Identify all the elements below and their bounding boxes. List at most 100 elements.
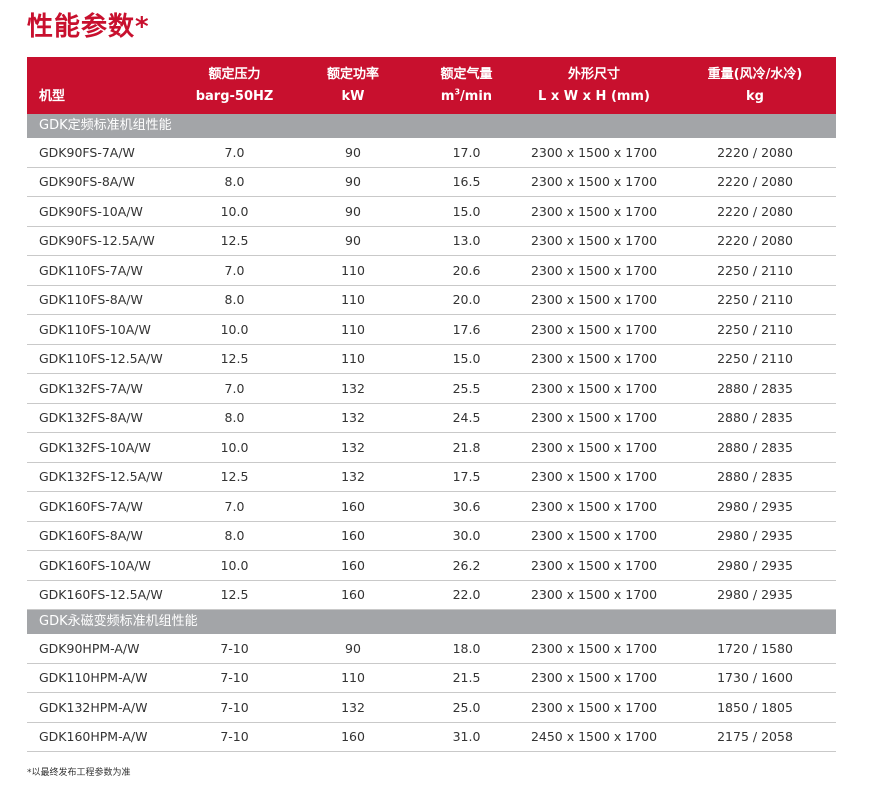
cell-flow: 21.8: [452, 439, 481, 455]
cell-power: 132: [341, 439, 365, 455]
cell-dims: 2300 x 1500 x 1700: [530, 557, 658, 573]
cell-weight: 2980 / 2935: [717, 528, 793, 544]
table-row: GDK160FS-10A/W 10.0 160 26.2 2300 x 1500 x 1…: [27, 551, 836, 581]
cell-power: 160: [341, 498, 365, 514]
cell-pressure: 10.0: [220, 203, 249, 219]
cell-flow: 26.2: [452, 557, 481, 573]
header-pressure-label: 额定压力: [208, 66, 261, 82]
cell-flow: 13.0: [452, 233, 481, 249]
cell-model: GDK90FS-10A/W: [39, 203, 143, 219]
table-row: GDK160FS-12.5A/W 12.5 160 22.0 2300 x 1500 x…: [27, 581, 836, 610]
cell-flow: 17.6: [452, 321, 481, 337]
cell-model: GDK90FS-7A/W: [39, 144, 135, 160]
header-dims-label: 外形尺寸: [567, 66, 620, 82]
header-model-label: 机型: [39, 88, 66, 104]
table-row: GDK90FS-8A/W 8.0 90 16.5 2300 x 1500 x 1700 2…: [27, 168, 836, 197]
cell-flow: 20.6: [452, 262, 481, 278]
cell-flow: 31.0: [452, 729, 481, 745]
cell-dims: 2300 x 1500 x 1700: [530, 174, 658, 190]
table-row: GDK110FS-12.5A/W 12.5 110 15.0 2300 x 1500 x…: [27, 345, 836, 374]
cell-dims: 2300 x 1500 x 1700: [530, 587, 658, 603]
table-row: GDK160HPM-A/W 7-10 160 31.0 2450 x 1500 x 17…: [27, 723, 836, 752]
cell-power: 132: [341, 380, 365, 396]
table-row: GDK132FS-7A/W 7.0 132 25.5 2300 x 1500 x 170…: [27, 374, 836, 404]
header-power-label: 额定功率: [326, 66, 379, 82]
cell-weight: 2880 / 2835: [717, 439, 793, 455]
cell-dims: 2300 x 1500 x 1700: [530, 469, 658, 485]
cell-pressure: 7.0: [224, 380, 245, 396]
cell-power: 160: [341, 587, 365, 603]
cell-weight: 2250 / 2110: [717, 321, 793, 337]
cell-pressure: 8.0: [224, 410, 245, 426]
cell-pressure: 8.0: [224, 174, 245, 190]
table-row: GDK160FS-7A/W 7.0 160 30.6 2300 x 1500 x 170…: [27, 492, 836, 522]
cell-pressure: 12.5: [220, 351, 249, 367]
cell-model: GDK160FS-12.5A/W: [39, 587, 163, 603]
cell-flow: 25.0: [452, 699, 481, 715]
cell-dims: 2300 x 1500 x 1700: [530, 262, 658, 278]
cell-model: GDK110FS-12.5A/W: [39, 351, 163, 367]
table-row: GDK160FS-8A/W 8.0 160 30.0 2300 x 1500 x 170…: [27, 522, 836, 551]
cell-power: 90: [345, 144, 361, 160]
header-weight-label: 重量(风冷/水冷): [707, 66, 803, 82]
header-flow-label: 额定气量: [440, 66, 493, 82]
cell-weight: 2220 / 2080: [717, 144, 793, 160]
cell-dims: 2300 x 1500 x 1700: [530, 321, 658, 337]
cell-pressure: 7.0: [224, 498, 245, 514]
header-flow: 额定气量 m3/min: [419, 64, 514, 108]
cell-dims: 2300 x 1500 x 1700: [530, 699, 658, 715]
cell-flow: 17.5: [452, 469, 481, 485]
cell-power: 90: [345, 640, 361, 656]
cell-dims: 2300 x 1500 x 1700: [530, 528, 658, 544]
cell-pressure: 12.5: [220, 233, 249, 249]
cell-weight: 1850 / 1805: [717, 699, 793, 715]
table-row: GDK132FS-8A/W 8.0 132 24.5 2300 x 1500 x 170…: [27, 404, 836, 433]
cell-pressure: 7.0: [224, 262, 245, 278]
cell-flow: 15.0: [452, 351, 481, 367]
cell-flow: 20.0: [452, 292, 481, 308]
fixed-speed-rows: GDK90FS-7A/W 7.0 90 17.0 2300 x 1500 x 1700 2…: [27, 138, 836, 610]
footnote: *以最终发布工程参数为准: [27, 768, 131, 778]
cell-pressure: 7.0: [224, 144, 245, 160]
table-row: GDK132FS-10A/W 10.0 132 21.8 2300 x 1500 x 1…: [27, 433, 836, 463]
cell-pressure: 10.0: [220, 557, 249, 573]
cell-dims: 2300 x 1500 x 1700: [530, 640, 658, 656]
cell-flow: 17.0: [452, 144, 481, 160]
cell-weight: 2220 / 2080: [717, 174, 793, 190]
cell-dims: 2300 x 1500 x 1700: [530, 670, 658, 686]
cell-weight: 2220 / 2080: [717, 203, 793, 219]
cell-flow: 24.5: [452, 410, 481, 426]
cell-dims: 2300 x 1500 x 1700: [530, 410, 658, 426]
header-weight-unit: kg: [746, 88, 764, 104]
cell-dims: 2300 x 1500 x 1700: [530, 233, 658, 249]
cell-model: GDK90FS-8A/W: [39, 174, 135, 190]
cell-weight: 2880 / 2835: [717, 410, 793, 426]
page-title: 性能参数*: [27, 12, 150, 42]
cell-model: GDK110HPM-A/W: [39, 670, 148, 686]
cell-power: 160: [341, 729, 365, 745]
cell-power: 110: [341, 670, 365, 686]
cell-power: 110: [341, 321, 365, 337]
table-header: 机型 额定压力 barg-50HZ 额定功率 kW 额定气量 m3/min 外形…: [27, 57, 836, 114]
table-row: GDK90HPM-A/W 7-10 90 18.0 2300 x 1500 x 1700…: [27, 634, 836, 664]
header-power: 额定功率 kW: [287, 64, 419, 108]
cell-flow: 18.0: [452, 640, 481, 656]
table-row: GDK90FS-10A/W 10.0 90 15.0 2300 x 1500 x 170…: [27, 197, 836, 227]
cell-dims: 2300 x 1500 x 1700: [530, 292, 658, 308]
cell-flow: 25.5: [452, 380, 481, 396]
cell-model: GDK132FS-8A/W: [39, 410, 143, 426]
cell-weight: 2980 / 2935: [717, 587, 793, 603]
cell-power: 110: [341, 292, 365, 308]
cell-dims: 2300 x 1500 x 1700: [530, 439, 658, 455]
cell-dims: 2300 x 1500 x 1700: [530, 351, 658, 367]
table-row: GDK110FS-10A/W 10.0 110 17.6 2300 x 1500 x 1…: [27, 315, 836, 345]
cell-weight: 2880 / 2835: [717, 469, 793, 485]
cell-pressure: 10.0: [220, 321, 249, 337]
cell-power: 160: [341, 557, 365, 573]
cell-model: GDK132HPM-A/W: [39, 699, 148, 715]
header-model: 机型: [27, 64, 182, 108]
cell-dims: 2300 x 1500 x 1700: [530, 498, 658, 514]
cell-model: GDK90HPM-A/W: [39, 640, 140, 656]
cell-model: GDK90FS-12.5A/W: [39, 233, 155, 249]
cell-power: 110: [341, 351, 365, 367]
